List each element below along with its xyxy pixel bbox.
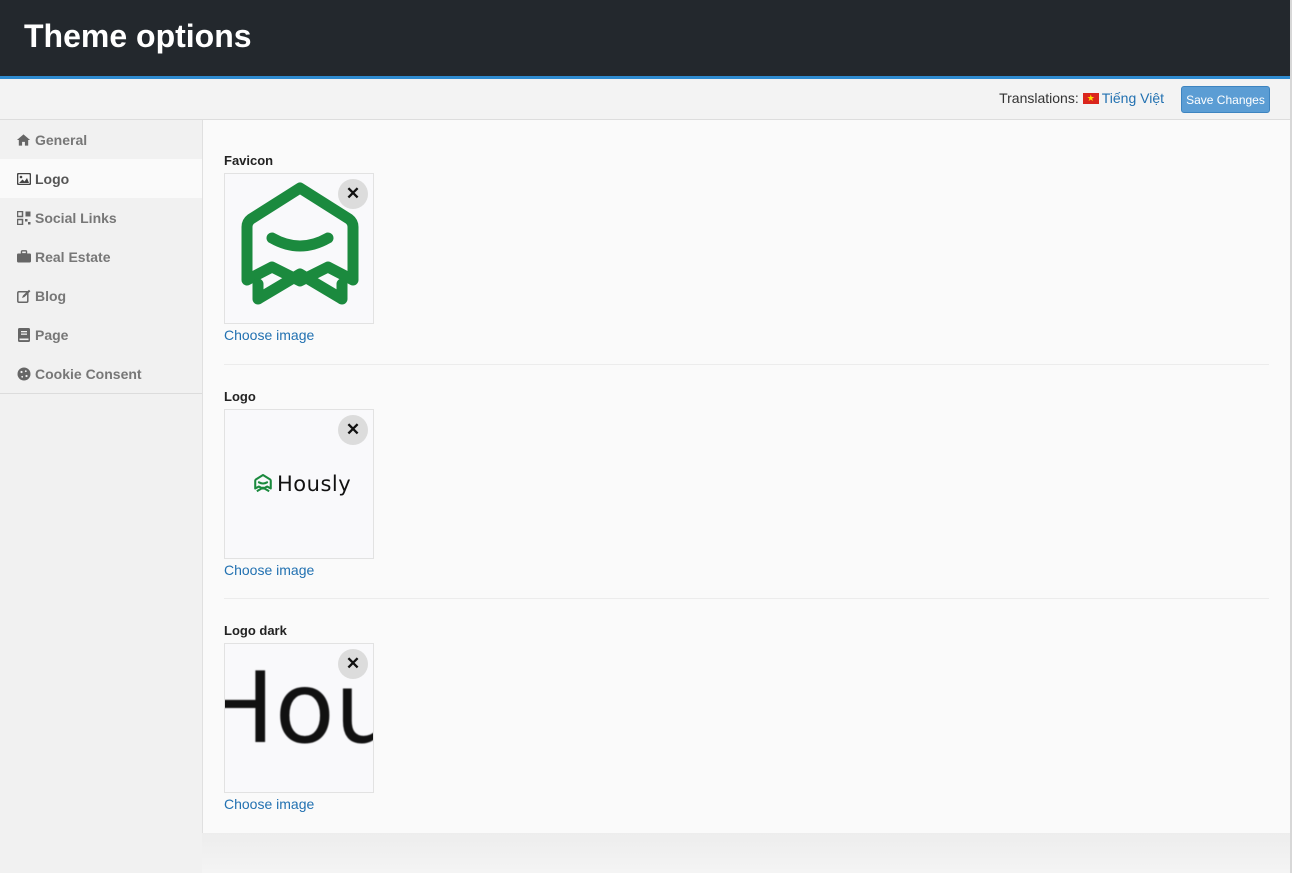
- choose-image-link[interactable]: Choose image: [224, 562, 374, 578]
- sidebar-item-label: General: [35, 131, 88, 148]
- favicon-field: Favicon ✕ Choose image: [224, 153, 374, 343]
- book-icon: [16, 327, 31, 342]
- image-icon: [16, 171, 31, 186]
- home-icon: [16, 132, 31, 147]
- hously-mark-icon: [254, 473, 272, 493]
- sidebar-item-label: Social Links: [35, 209, 117, 226]
- remove-image-button[interactable]: ✕: [338, 179, 368, 209]
- vietnam-flag-icon: [1082, 91, 1099, 105]
- sidebar-item-logo[interactable]: Logo: [0, 159, 202, 198]
- page-title: Theme options: [24, 18, 252, 54]
- edit-icon: [16, 288, 31, 303]
- logo-dark-field: Logo dark Hou ✕ Choose image: [224, 623, 374, 812]
- logo-text: Hously: [277, 472, 352, 496]
- choose-image-link[interactable]: Choose image: [224, 796, 374, 812]
- logo-dark-preview[interactable]: Hou ✕: [224, 643, 374, 793]
- language-link-vietnamese[interactable]: Tiếng Việt: [1102, 90, 1164, 106]
- sidebar-item-real-estate[interactable]: Real Estate: [0, 237, 202, 276]
- field-separator: [224, 598, 1269, 599]
- logo-field: Logo Hously ✕ Choose image: [224, 389, 374, 578]
- favicon-preview[interactable]: ✕: [224, 173, 374, 324]
- sidebar-item-general[interactable]: General: [0, 120, 202, 159]
- sidebar: General Logo Social Links Real Estate Bl…: [0, 120, 202, 394]
- sidebar-item-label: Page: [35, 326, 69, 343]
- choose-image-link[interactable]: Choose image: [224, 327, 374, 343]
- top-toolbar: Translations: Tiếng Việt Save Changes: [0, 79, 1290, 120]
- field-label: Logo dark: [224, 623, 287, 638]
- sidebar-item-social-links[interactable]: Social Links: [0, 198, 202, 237]
- sidebar-item-label: Logo: [35, 170, 70, 187]
- field-label: Favicon: [224, 153, 274, 168]
- sidebar-item-label: Cookie Consent: [35, 365, 142, 382]
- translations: Translations: Tiếng Việt: [999, 90, 1164, 106]
- sidebar-item-label: Real Estate: [35, 248, 111, 265]
- social-links-icon: [16, 210, 31, 225]
- remove-image-button[interactable]: ✕: [338, 649, 368, 679]
- sidebar-item-cookie-consent[interactable]: Cookie Consent: [0, 354, 202, 393]
- options-panel: Favicon ✕ Choose image Logo Hously ✕ Cho…: [202, 120, 1290, 833]
- sidebar-divider: [0, 393, 202, 394]
- briefcase-icon: [16, 249, 31, 264]
- logo-preview[interactable]: Hously ✕: [224, 409, 374, 559]
- translations-label: Translations:: [999, 90, 1079, 106]
- sidebar-item-blog[interactable]: Blog: [0, 276, 202, 315]
- cookie-icon: [16, 366, 31, 381]
- field-label: Logo: [224, 389, 256, 404]
- remove-image-button[interactable]: ✕: [338, 415, 368, 445]
- save-changes-button[interactable]: Save Changes: [1181, 86, 1270, 113]
- logo-image: Hously: [252, 471, 351, 497]
- field-separator: [224, 364, 1269, 365]
- sidebar-item-page[interactable]: Page: [0, 315, 202, 354]
- sidebar-item-label: Blog: [35, 287, 67, 304]
- page-header: Theme options: [0, 0, 1290, 79]
- page-footer: [202, 833, 1290, 873]
